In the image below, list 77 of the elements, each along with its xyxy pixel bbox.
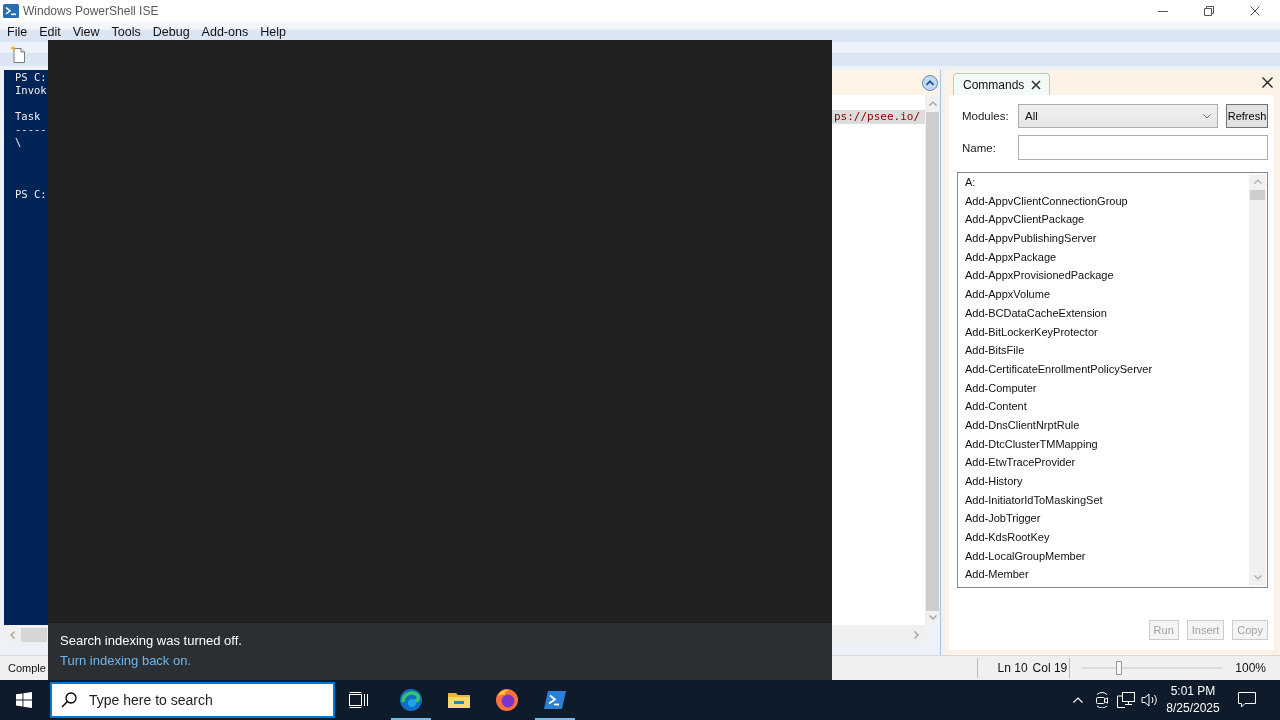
command-item[interactable]: Add-BitLockerKeyProtector xyxy=(962,322,1101,342)
window-title: Windows PowerShell ISE xyxy=(23,4,159,18)
command-item[interactable]: Add-CertificateEnrollmentPolicyServer xyxy=(962,359,1156,379)
console-line: Invok xyxy=(15,84,47,97)
flame-globe-icon xyxy=(495,688,519,712)
command-item[interactable]: Add-AppvClientConnectionGroup xyxy=(962,191,1131,211)
collapse-icon[interactable] xyxy=(922,74,938,91)
scrollbar-thumb[interactable] xyxy=(21,627,47,642)
command-item[interactable]: Add-AppvPublishingServer xyxy=(962,229,1100,248)
status-text: Comple xyxy=(8,662,46,674)
minimize-icon[interactable] xyxy=(1158,10,1168,12)
command-item[interactable]: Add-KdsRootKey xyxy=(962,528,1053,547)
command-item[interactable]: Add-Content xyxy=(962,397,1030,416)
menu-item[interactable]: File xyxy=(1,24,34,40)
command-item[interactable]: Add-AppxVolume xyxy=(962,285,1053,304)
terminal-icon xyxy=(544,691,566,709)
speaker-icon[interactable] xyxy=(1141,692,1159,708)
command-item[interactable]: Add-JobTrigger xyxy=(962,509,1044,529)
camera-icon[interactable] xyxy=(1094,692,1110,708)
chevron-up-icon[interactable] xyxy=(1073,697,1083,703)
close-icon[interactable] xyxy=(1262,77,1273,88)
menu-item[interactable]: View xyxy=(66,24,106,40)
command-item[interactable]: Add-AppvClientPackage xyxy=(962,210,1088,230)
commands-tab[interactable]: Commands xyxy=(953,73,1051,95)
command-item[interactable]: Add-BitsFile xyxy=(962,341,1028,360)
command-item[interactable]: Add-LocalGroupMember xyxy=(962,546,1089,566)
menu-item[interactable]: Debug xyxy=(146,24,196,40)
command-item[interactable]: Add-AppxProvisionedPackage xyxy=(962,266,1117,286)
command-item[interactable]: A: xyxy=(962,173,979,192)
notice-text: Search indexing was turned off. xyxy=(60,632,242,650)
console-line: Task xyxy=(15,110,41,123)
search-field[interactable]: Type here to search xyxy=(50,682,335,718)
command-item[interactable]: Add-DtcClusterTMMapping xyxy=(962,434,1101,454)
console-line: PS C: xyxy=(15,71,47,84)
menu-item[interactable]: Add-ons xyxy=(195,24,255,40)
clock-time[interactable]: 5:01 PM xyxy=(1170,683,1216,700)
new-file-icon[interactable] xyxy=(10,45,26,63)
search-icon xyxy=(61,692,77,708)
menu-item[interactable]: Help xyxy=(254,24,292,40)
console-line: ----- xyxy=(15,123,47,136)
window-stack-icon[interactable] xyxy=(349,692,369,708)
refresh-button[interactable]: Refresh xyxy=(1226,104,1268,128)
tiles-icon[interactable] xyxy=(16,692,32,708)
command-item[interactable]: Add-EtwTraceProvider xyxy=(962,453,1079,472)
modules-label: Modules: xyxy=(962,110,1010,122)
command-item[interactable]: Add-BCDataCacheExtension xyxy=(962,303,1110,323)
name-label: Name: xyxy=(962,141,997,154)
modules-dropdown[interactable]: All xyxy=(1018,104,1218,128)
scrollbar-thumb[interactable] xyxy=(926,112,939,611)
monitor-icon[interactable] xyxy=(1117,692,1135,708)
clock-date[interactable]: 8/25/2025 xyxy=(1166,700,1220,717)
script-editor[interactable]: ps://psee.io/ xyxy=(832,95,940,625)
command-item[interactable]: Add-Member xyxy=(962,565,1032,585)
command-item[interactable]: Add-InitiatorIdToMaskingSet xyxy=(962,490,1106,510)
scrollbar-thumb[interactable] xyxy=(1250,190,1265,200)
console-line: PS C: xyxy=(15,188,47,201)
slider-thumb[interactable] xyxy=(1115,661,1122,675)
folder-icon xyxy=(448,692,470,708)
command-item[interactable]: Add-AppxPackage xyxy=(962,247,1060,267)
browser-swirl-icon xyxy=(399,688,423,712)
terminal-app-icon xyxy=(3,3,19,19)
command-item[interactable]: Add-Computer xyxy=(962,378,1040,398)
column-number: Col 19 xyxy=(1032,661,1068,675)
close-icon[interactable] xyxy=(1031,79,1042,90)
speech-bubble-icon[interactable] xyxy=(1238,692,1256,708)
command-item[interactable]: Add-History xyxy=(962,472,1026,491)
zoom-percent: 100% xyxy=(1235,661,1266,675)
restore-icon[interactable] xyxy=(1204,6,1214,16)
command-item[interactable]: Add-DnsClientNrptRule xyxy=(962,415,1083,435)
console-line: \ xyxy=(15,136,22,149)
chevron-down-icon xyxy=(1203,113,1211,119)
name-field[interactable] xyxy=(1018,135,1268,160)
close-icon[interactable] xyxy=(1250,6,1260,16)
menu-item[interactable]: Tools xyxy=(105,24,147,40)
line-number: Ln 10 xyxy=(997,661,1028,675)
indexing-link[interactable]: Turn indexing back on. xyxy=(60,651,192,671)
menu-item[interactable]: Edit xyxy=(33,24,67,40)
